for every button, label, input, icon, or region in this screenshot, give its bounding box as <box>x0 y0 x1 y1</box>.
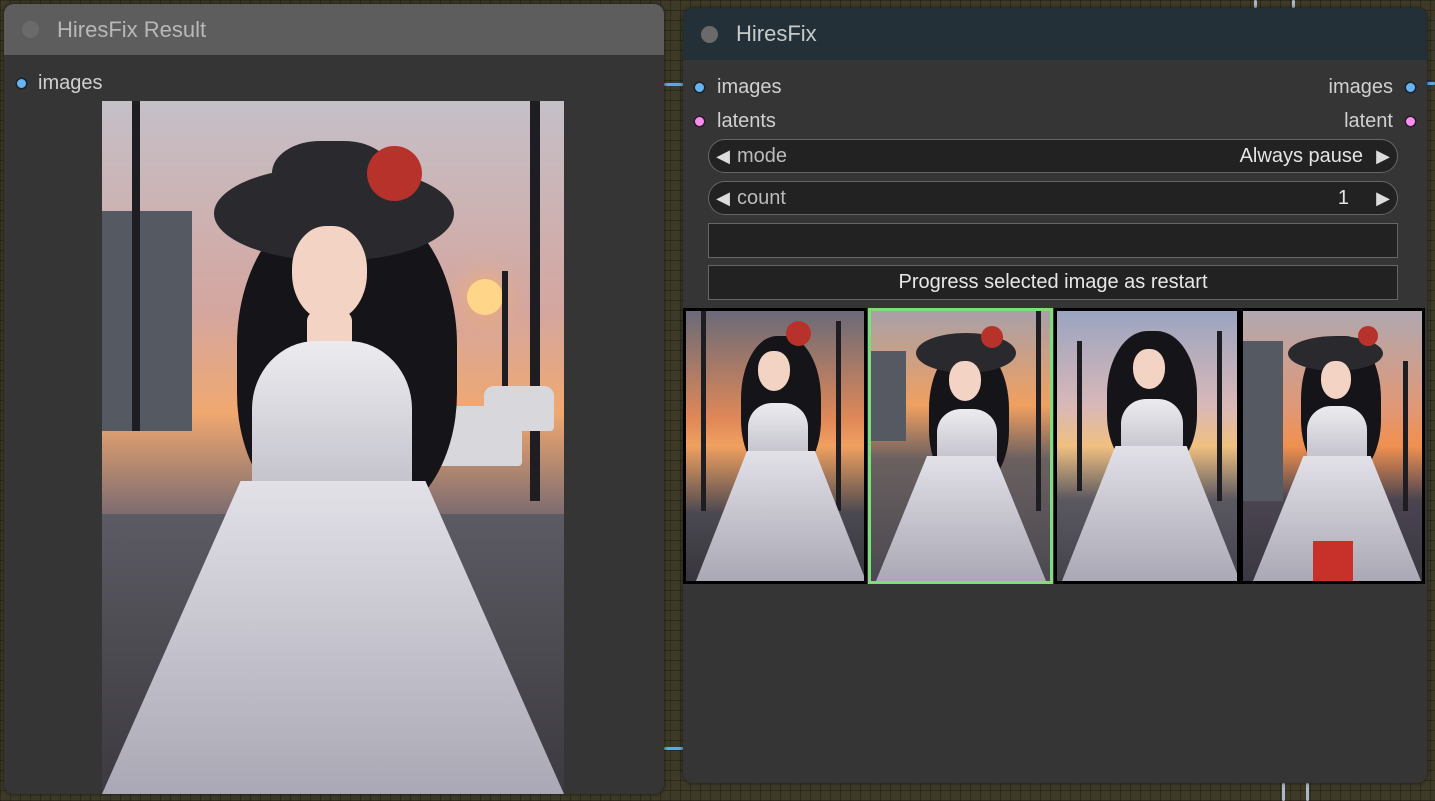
input-slot-images[interactable]: images <box>15 72 102 95</box>
node-title: HiresFix <box>736 21 817 46</box>
node-title: HiresFix Result <box>57 16 207 42</box>
image-face <box>1321 361 1351 399</box>
latent-slot-icon[interactable] <box>1404 115 1417 128</box>
count-value: 1 <box>1337 186 1349 209</box>
image-flower <box>981 326 1003 348</box>
hiresfix-node[interactable]: HiresFix images latents images latent ◀ … <box>683 8 1427 783</box>
image-slot-icon[interactable] <box>15 77 28 90</box>
input-slot-images[interactable]: images <box>693 76 781 99</box>
slot-label: latent <box>1344 110 1393 132</box>
image-palm <box>836 321 841 511</box>
count-label: count <box>737 186 786 209</box>
slot-label: images <box>717 76 782 98</box>
image-red-detail <box>1313 541 1353 581</box>
image-face <box>949 361 981 401</box>
image-flower <box>367 146 422 201</box>
image-building <box>871 351 906 441</box>
image-palm <box>1403 361 1408 511</box>
slot-label: latents <box>717 110 776 132</box>
image-palm <box>1077 341 1082 491</box>
thumbnail-image[interactable] <box>683 308 867 584</box>
image-palm <box>132 101 140 431</box>
image-flower <box>786 321 811 346</box>
input-slot-latents[interactable]: latents <box>693 110 776 133</box>
image-slot-icon[interactable] <box>693 81 706 94</box>
collapse-dot-icon[interactable] <box>22 21 39 38</box>
result-preview-image[interactable] <box>102 101 564 794</box>
connection-wire <box>1254 0 1257 8</box>
node-header[interactable]: HiresFix <box>683 8 1427 60</box>
image-building <box>102 211 192 431</box>
collapse-dot-icon[interactable] <box>701 25 718 43</box>
latent-slot-icon[interactable] <box>693 115 706 128</box>
node-graph-canvas[interactable]: HiresFix Result images HiresFix images l… <box>0 0 1435 801</box>
text-field[interactable] <box>708 223 1398 258</box>
mode-label: mode <box>737 144 788 167</box>
count-stepper[interactable]: ◀ count 1 ▶ <box>708 181 1398 215</box>
mode-value: Always pause <box>1239 144 1363 167</box>
image-face <box>292 226 367 321</box>
image-palm <box>1217 331 1222 501</box>
image-flower <box>1358 326 1378 346</box>
connection-wire <box>664 747 684 750</box>
image-face <box>1133 349 1165 389</box>
output-slot-images[interactable]: images <box>1329 76 1417 99</box>
triangle-left-icon[interactable]: ◀ <box>709 146 737 167</box>
image-sun <box>467 279 503 315</box>
node-header[interactable]: HiresFix Result <box>4 4 664 56</box>
thumbnail-image[interactable] <box>1054 308 1240 584</box>
mode-combo[interactable]: ◀ mode Always pause ▶ <box>708 139 1398 173</box>
thumbnail-image[interactable] <box>1240 308 1425 584</box>
image-slot-icon[interactable] <box>1404 81 1417 94</box>
thumbnail-image-selected[interactable] <box>868 308 1053 584</box>
triangle-left-icon[interactable]: ◀ <box>709 188 737 209</box>
connection-wire <box>1282 783 1285 801</box>
connection-wire <box>1292 0 1295 8</box>
triangle-right-icon[interactable]: ▶ <box>1369 146 1397 167</box>
image-building <box>1243 341 1283 501</box>
image-palm <box>701 311 706 511</box>
image-palm <box>530 101 540 501</box>
image-face <box>758 351 790 391</box>
connection-wire <box>664 83 684 86</box>
output-slot-latent[interactable]: latent <box>1344 110 1417 133</box>
image-car <box>484 386 554 431</box>
hiresfix-result-node[interactable]: HiresFix Result images <box>4 4 664 794</box>
progress-restart-button[interactable]: Progress selected image as restart <box>708 265 1398 300</box>
connection-wire <box>1306 783 1309 801</box>
triangle-right-icon[interactable]: ▶ <box>1369 188 1397 209</box>
slot-label: images <box>38 72 103 94</box>
connection-wire <box>1427 82 1435 85</box>
slot-label: images <box>1328 76 1393 98</box>
image-palm <box>1036 311 1041 511</box>
